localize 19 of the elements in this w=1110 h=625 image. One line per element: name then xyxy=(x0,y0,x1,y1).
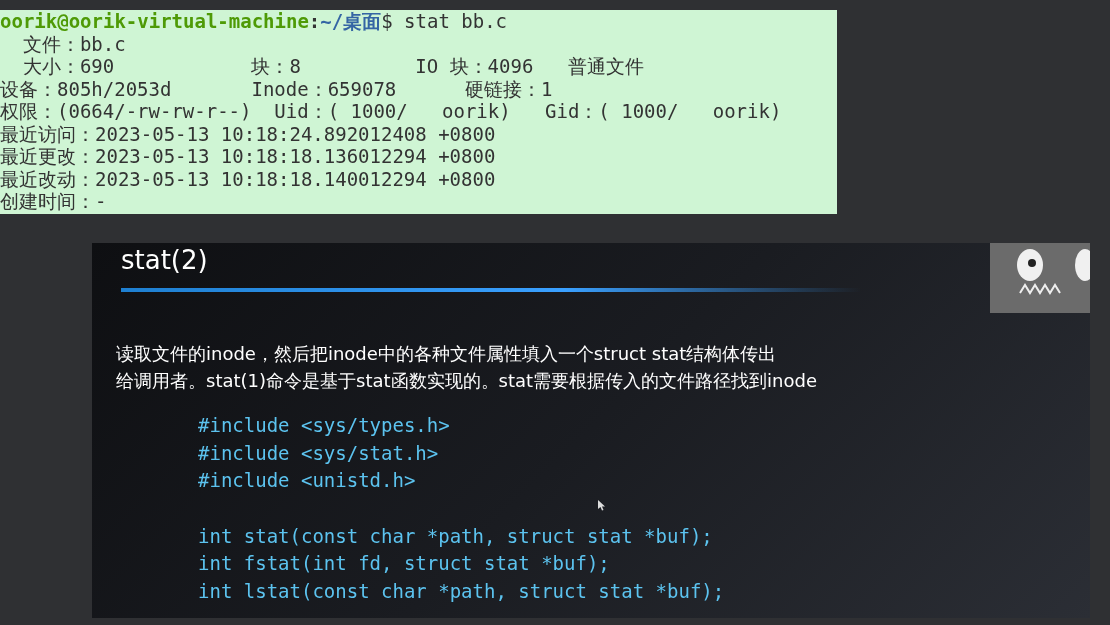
slide-title: stat(2) xyxy=(121,244,208,277)
slide-paragraph-line: 给调用者。stat(1)命令是基于stat函数实现的。stat需要根据传入的文件路径找到inode xyxy=(116,369,818,393)
code-line: int stat(const char *path, struct stat *buf); xyxy=(198,523,714,549)
terminal-output-line: 文件：bb.c xyxy=(21,32,127,55)
code-line: int lstat(const char *path, struct stat *buf); xyxy=(198,578,726,604)
terminal-output-line: 设备：805h/2053d Inode：659078 硬链接：1 xyxy=(0,77,554,100)
cursor-icon xyxy=(598,500,606,511)
terminal-output-line: 最近访问：2023-05-13 10:18:24.892012408 +0800 xyxy=(0,122,497,145)
terminal-output-line: 最近改动：2023-05-13 10:18:18.140012294 +0800 xyxy=(0,167,497,190)
terminal-output-line: 权限：(0664/-rw-rw-r--) Uid：( 1000/ oorik) Gid：( 1000/ oorik) xyxy=(0,100,783,123)
code-line: #include <unistd.h> xyxy=(198,468,417,493)
code-line: int fstat(int fd, struct stat *buf); xyxy=(198,551,611,576)
code-line: #include <sys/types.h> xyxy=(198,413,451,438)
terminal-output-line: 最近更改：2023-05-13 10:18:18.136012294 +0800 xyxy=(0,145,497,168)
terminal-output-line: 创建时间：- xyxy=(0,190,108,213)
slide-paragraph-line: 读取文件的inode，然后把inode中的各种文件属性填入一个struct stat结构体传出 xyxy=(116,342,778,366)
terminal-output-line: 大小：690 块：8 IO 块：4096 普通文件 xyxy=(21,55,645,78)
code-line: #include <sys/stat.h> xyxy=(198,440,440,466)
terminal-prompt: oorik@oorik-virtual-machine:~/桌面$ stat bb.c xyxy=(0,10,509,33)
